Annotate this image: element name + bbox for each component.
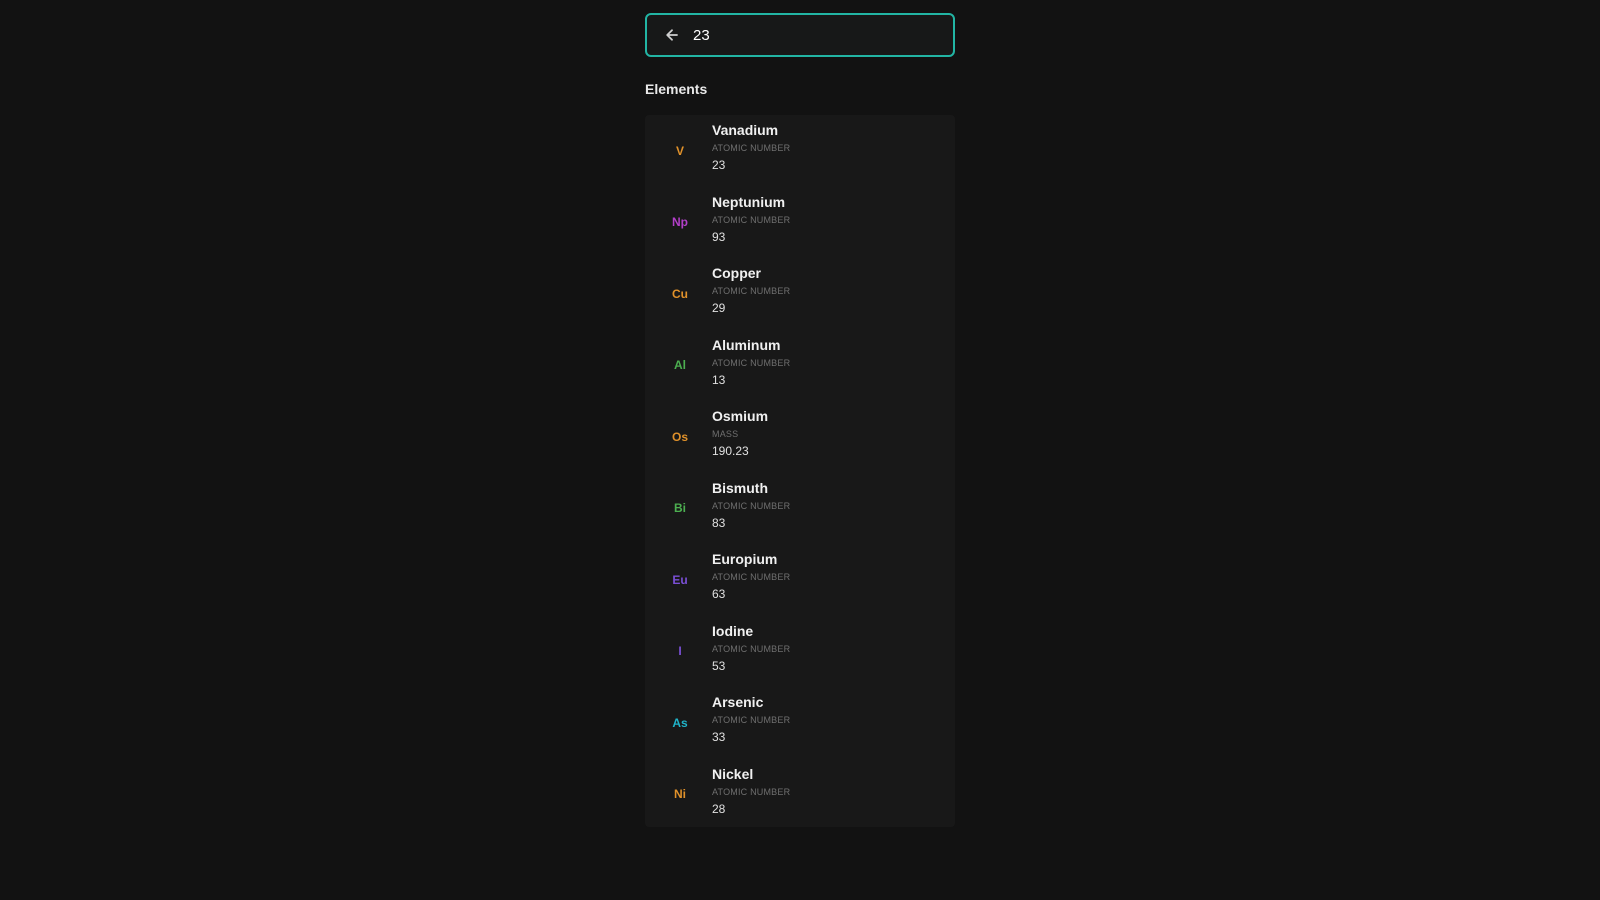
section-title: Elements	[645, 81, 708, 97]
element-symbol: Np	[672, 215, 688, 230]
property-label: ATOMIC NUMBER	[712, 572, 791, 582]
property-label: ATOMIC NUMBER	[712, 143, 791, 153]
element-symbol: Eu	[672, 572, 688, 587]
list-item[interactable]: Np Neptunium ATOMIC NUMBER 93	[645, 187, 955, 259]
property-value: 93	[712, 229, 726, 244]
property-value: 13	[712, 372, 726, 387]
element-symbol: As	[672, 715, 688, 730]
element-name: Copper	[712, 265, 761, 281]
property-label: ATOMIC NUMBER	[712, 500, 791, 511]
property-label: MASS	[712, 429, 739, 439]
search-bar	[645, 13, 955, 57]
list-item[interactable]: As Arsenic ATOMIC NUMBER 33	[645, 687, 955, 759]
property-label: ATOMIC NUMBER	[712, 286, 791, 296]
arrow-left-icon	[666, 29, 678, 41]
element-name: Neptunium	[712, 193, 786, 210]
list-item[interactable]: Al Aluminum ATOMIC NUMBER 13	[645, 330, 955, 402]
element-name: Europium	[712, 551, 778, 567]
results-list: V Vanadium ATOMIC NUMBER 23 Np Neptunium ATOMI…	[645, 115, 955, 827]
list-item[interactable]: Bi Bismuth ATOMIC NUMBER 83	[645, 473, 955, 545]
element-symbol: Cu	[672, 286, 688, 301]
list-item[interactable]: Cu Copper ATOMIC NUMBER 29	[645, 258, 955, 330]
list-item[interactable]: Os Osmium MASS 190.23	[645, 401, 955, 473]
element-symbol: Ni	[674, 787, 686, 802]
element-name: Aluminum	[712, 336, 781, 353]
property-value: 190.23	[712, 444, 749, 458]
property-label: ATOMIC NUMBER	[712, 643, 791, 654]
property-value: 29	[712, 301, 726, 315]
element-name: Osmium	[712, 408, 769, 424]
property-label: ATOMIC NUMBER	[712, 786, 791, 797]
element-symbol: Al	[674, 358, 686, 373]
property-label: ATOMIC NUMBER	[712, 214, 791, 225]
element-name: Nickel	[712, 765, 754, 782]
list-item[interactable]: I Iodine ATOMIC NUMBER 53	[645, 616, 955, 688]
property-value: 83	[712, 515, 726, 530]
search-input[interactable]	[693, 26, 953, 44]
element-name: Iodine	[712, 622, 754, 639]
property-value: 63	[712, 587, 726, 601]
property-value: 23	[712, 158, 726, 172]
property-label: ATOMIC NUMBER	[712, 357, 791, 368]
element-symbol: I	[678, 644, 682, 659]
property-value: 28	[712, 801, 726, 816]
element-name: Arsenic	[712, 694, 764, 710]
element-name: Bismuth	[712, 479, 768, 496]
property-label: ATOMIC NUMBER	[712, 715, 791, 725]
element-symbol: Bi	[674, 501, 686, 516]
property-value: 33	[712, 730, 726, 744]
element-symbol: Os	[671, 429, 688, 444]
element-name: Vanadium	[712, 122, 779, 138]
list-item[interactable]: V Vanadium ATOMIC NUMBER 23	[645, 115, 955, 187]
element-symbol: V	[675, 143, 684, 158]
back-button[interactable]	[660, 23, 684, 47]
property-value: 53	[712, 658, 726, 673]
list-item[interactable]: Eu Europium ATOMIC NUMBER 63	[645, 544, 955, 616]
list-item[interactable]: Ni Nickel ATOMIC NUMBER 28	[645, 759, 955, 831]
